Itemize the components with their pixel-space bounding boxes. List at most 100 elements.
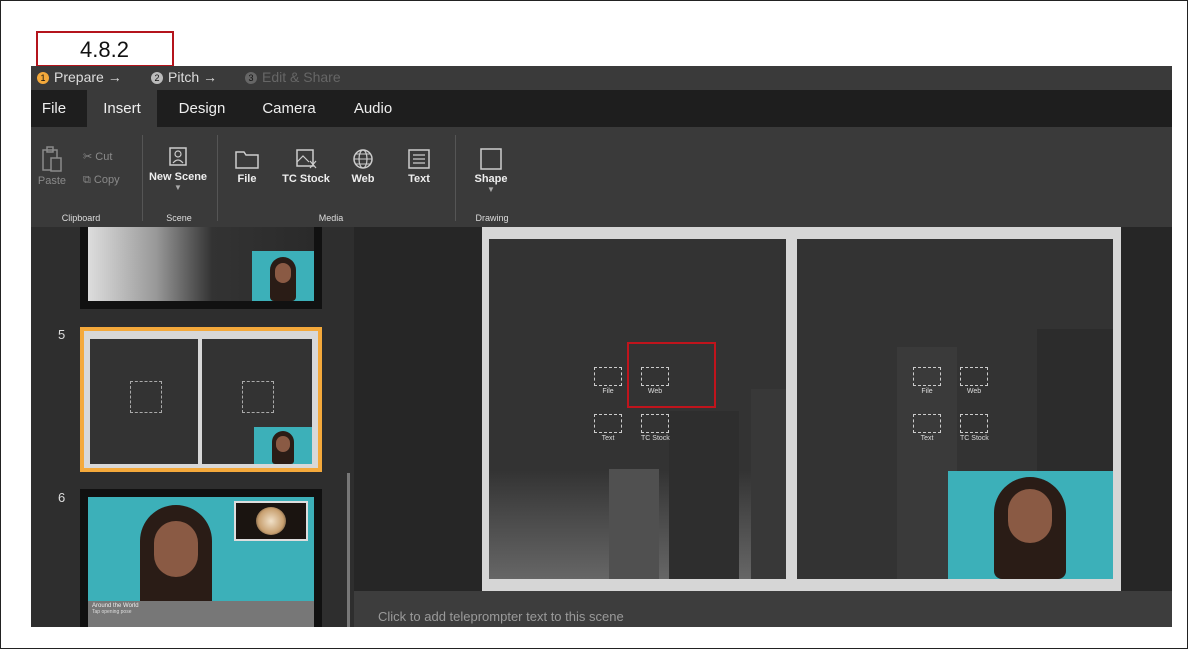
placeholder-web[interactable]: Web [960, 367, 988, 395]
file-label: File [237, 173, 257, 185]
menu-bar: File Insert Design Camera Audio [31, 90, 1172, 127]
new-scene-icon [169, 147, 187, 166]
step-edit-share: 3 Edit & Share [245, 69, 341, 85]
media-file-button[interactable]: File [227, 147, 267, 185]
scene-list-panel: 5 6 Around the World Tap opening pose [31, 227, 354, 627]
stock-image-icon [296, 149, 317, 169]
folder-icon [913, 367, 941, 386]
text-button[interactable]: Text [399, 147, 439, 185]
tab-camera[interactable]: Camera [253, 90, 325, 127]
lower-third-caption: Around the World Tap opening pose [88, 601, 314, 627]
scissors-icon: ✂ [83, 151, 93, 163]
paste-button[interactable]: Paste [37, 145, 67, 187]
placeholder-file[interactable]: File [594, 367, 622, 395]
separator [455, 135, 456, 221]
scene-thumbnail-6[interactable]: Around the World Tap opening pose [80, 489, 322, 627]
globe-image [234, 501, 308, 541]
scene-thumbnail-4[interactable] [80, 227, 322, 309]
presenter-face [154, 521, 198, 577]
placeholder-grid [242, 381, 274, 413]
placeholder-file[interactable]: File [913, 367, 941, 395]
version-label: 4.8.2 [36, 31, 174, 67]
scene-number-5: 5 [58, 327, 66, 342]
canvas-area: File Web Text TC Stock File Web Text TC … [354, 227, 1172, 591]
presenter-face [275, 263, 291, 283]
caption-subtitle: Tap opening pose [92, 609, 132, 615]
tab-insert[interactable]: Insert [87, 90, 157, 127]
scene-number-6: 6 [58, 490, 66, 505]
scene-thumbnail-5-selected[interactable] [80, 327, 322, 472]
text-box-icon [913, 414, 941, 433]
scene-list-scrollbar[interactable] [347, 473, 350, 627]
placeholder-text-label: Text [601, 435, 615, 442]
presenter-video [254, 427, 312, 464]
tab-design[interactable]: Design [167, 90, 237, 127]
building-silhouette [669, 411, 739, 579]
workflow-steps: 1 Prepare → 2 Pitch → 3 Edit & Share [31, 66, 1172, 90]
tab-file[interactable]: File [31, 90, 77, 127]
app-window: 1 Prepare → 2 Pitch → 3 Edit & Share File I… [31, 66, 1172, 627]
tc-stock-button[interactable]: TC Stock [279, 147, 333, 185]
copy-button[interactable]: ⧉ Copy [83, 174, 143, 187]
cut-label: Cut [95, 151, 113, 163]
placeholder-tc-stock-label: TC Stock [960, 435, 989, 442]
scene-canvas: File Web Text TC Stock File Web Text TC … [482, 227, 1121, 591]
separator [217, 135, 218, 221]
stock-image-icon [641, 414, 670, 433]
step-label-edit-share: Edit & Share [262, 69, 341, 85]
step-label-prepare: Prepare [54, 69, 104, 85]
tc-stock-label: TC Stock [282, 173, 330, 185]
chevron-down-icon: ▼ [487, 185, 495, 194]
presenter-video [252, 251, 314, 301]
copy-label: Copy [93, 174, 120, 186]
placeholder-tc-stock[interactable]: TC Stock [641, 414, 670, 442]
globe-icon [353, 149, 373, 169]
presenter-face [1008, 489, 1052, 543]
text-label: Text [408, 173, 430, 185]
folder-icon [235, 151, 259, 169]
new-scene-button[interactable]: New Scene ▼ [147, 143, 209, 192]
step-number-1: 1 [37, 72, 49, 84]
layout-panel-right: File Web Text TC Stock [797, 239, 1113, 579]
arrow-icon: → [107, 69, 122, 85]
step-prepare[interactable]: 1 Prepare → [37, 69, 122, 85]
placeholder-file-label: File [921, 388, 933, 395]
step-number-2: 2 [151, 72, 163, 84]
placeholder-text[interactable]: Text [594, 414, 622, 442]
web-label: Web [351, 173, 375, 185]
paste-label: Paste [37, 175, 67, 187]
presenter-face [276, 436, 290, 452]
step-pitch[interactable]: 2 Pitch → [151, 69, 217, 85]
presenter-video: Around the World Tap opening pose [88, 497, 314, 627]
new-scene-label: New Scene [148, 171, 208, 183]
arrow-icon: → [203, 69, 218, 85]
placeholder-tc-stock-label: TC Stock [641, 435, 670, 442]
copy-icon: ⧉ [83, 174, 91, 186]
layout-panel-left: File Web Text TC Stock [489, 239, 786, 579]
thumb-panel-left [90, 339, 198, 464]
placeholder-grid [130, 381, 162, 413]
square-shape-icon [480, 148, 502, 170]
presenter-video[interactable] [948, 471, 1113, 579]
text-box-icon [408, 149, 430, 169]
placeholder-web-label: Web [966, 388, 982, 395]
building-silhouette [609, 469, 659, 579]
web-button[interactable]: Web [343, 147, 383, 185]
separator [142, 135, 143, 221]
paste-icon [42, 146, 62, 172]
text-box-icon [594, 414, 622, 433]
cut-button[interactable]: ✂ Cut [83, 150, 133, 163]
placeholder-text[interactable]: Text [913, 414, 941, 442]
ribbon-toolbar: Paste ✂ Cut ⧉ Copy Clipboard New Scene ▼… [31, 127, 1172, 227]
shape-button[interactable]: Shape ▼ [469, 147, 513, 194]
placeholder-text-label: Text [920, 435, 934, 442]
media-group-label: Media [318, 213, 344, 223]
placeholder-tc-stock[interactable]: TC Stock [960, 414, 989, 442]
scene-group-label: Scene [166, 213, 192, 223]
building-silhouette [751, 389, 786, 579]
teleprompter-input[interactable]: Click to add teleprompter text to this s… [354, 591, 1172, 627]
tab-audio[interactable]: Audio [343, 90, 403, 127]
globe-icon [960, 367, 988, 386]
clipboard-group-label: Clipboard [61, 213, 101, 223]
highlight-web-placeholder [627, 342, 716, 408]
